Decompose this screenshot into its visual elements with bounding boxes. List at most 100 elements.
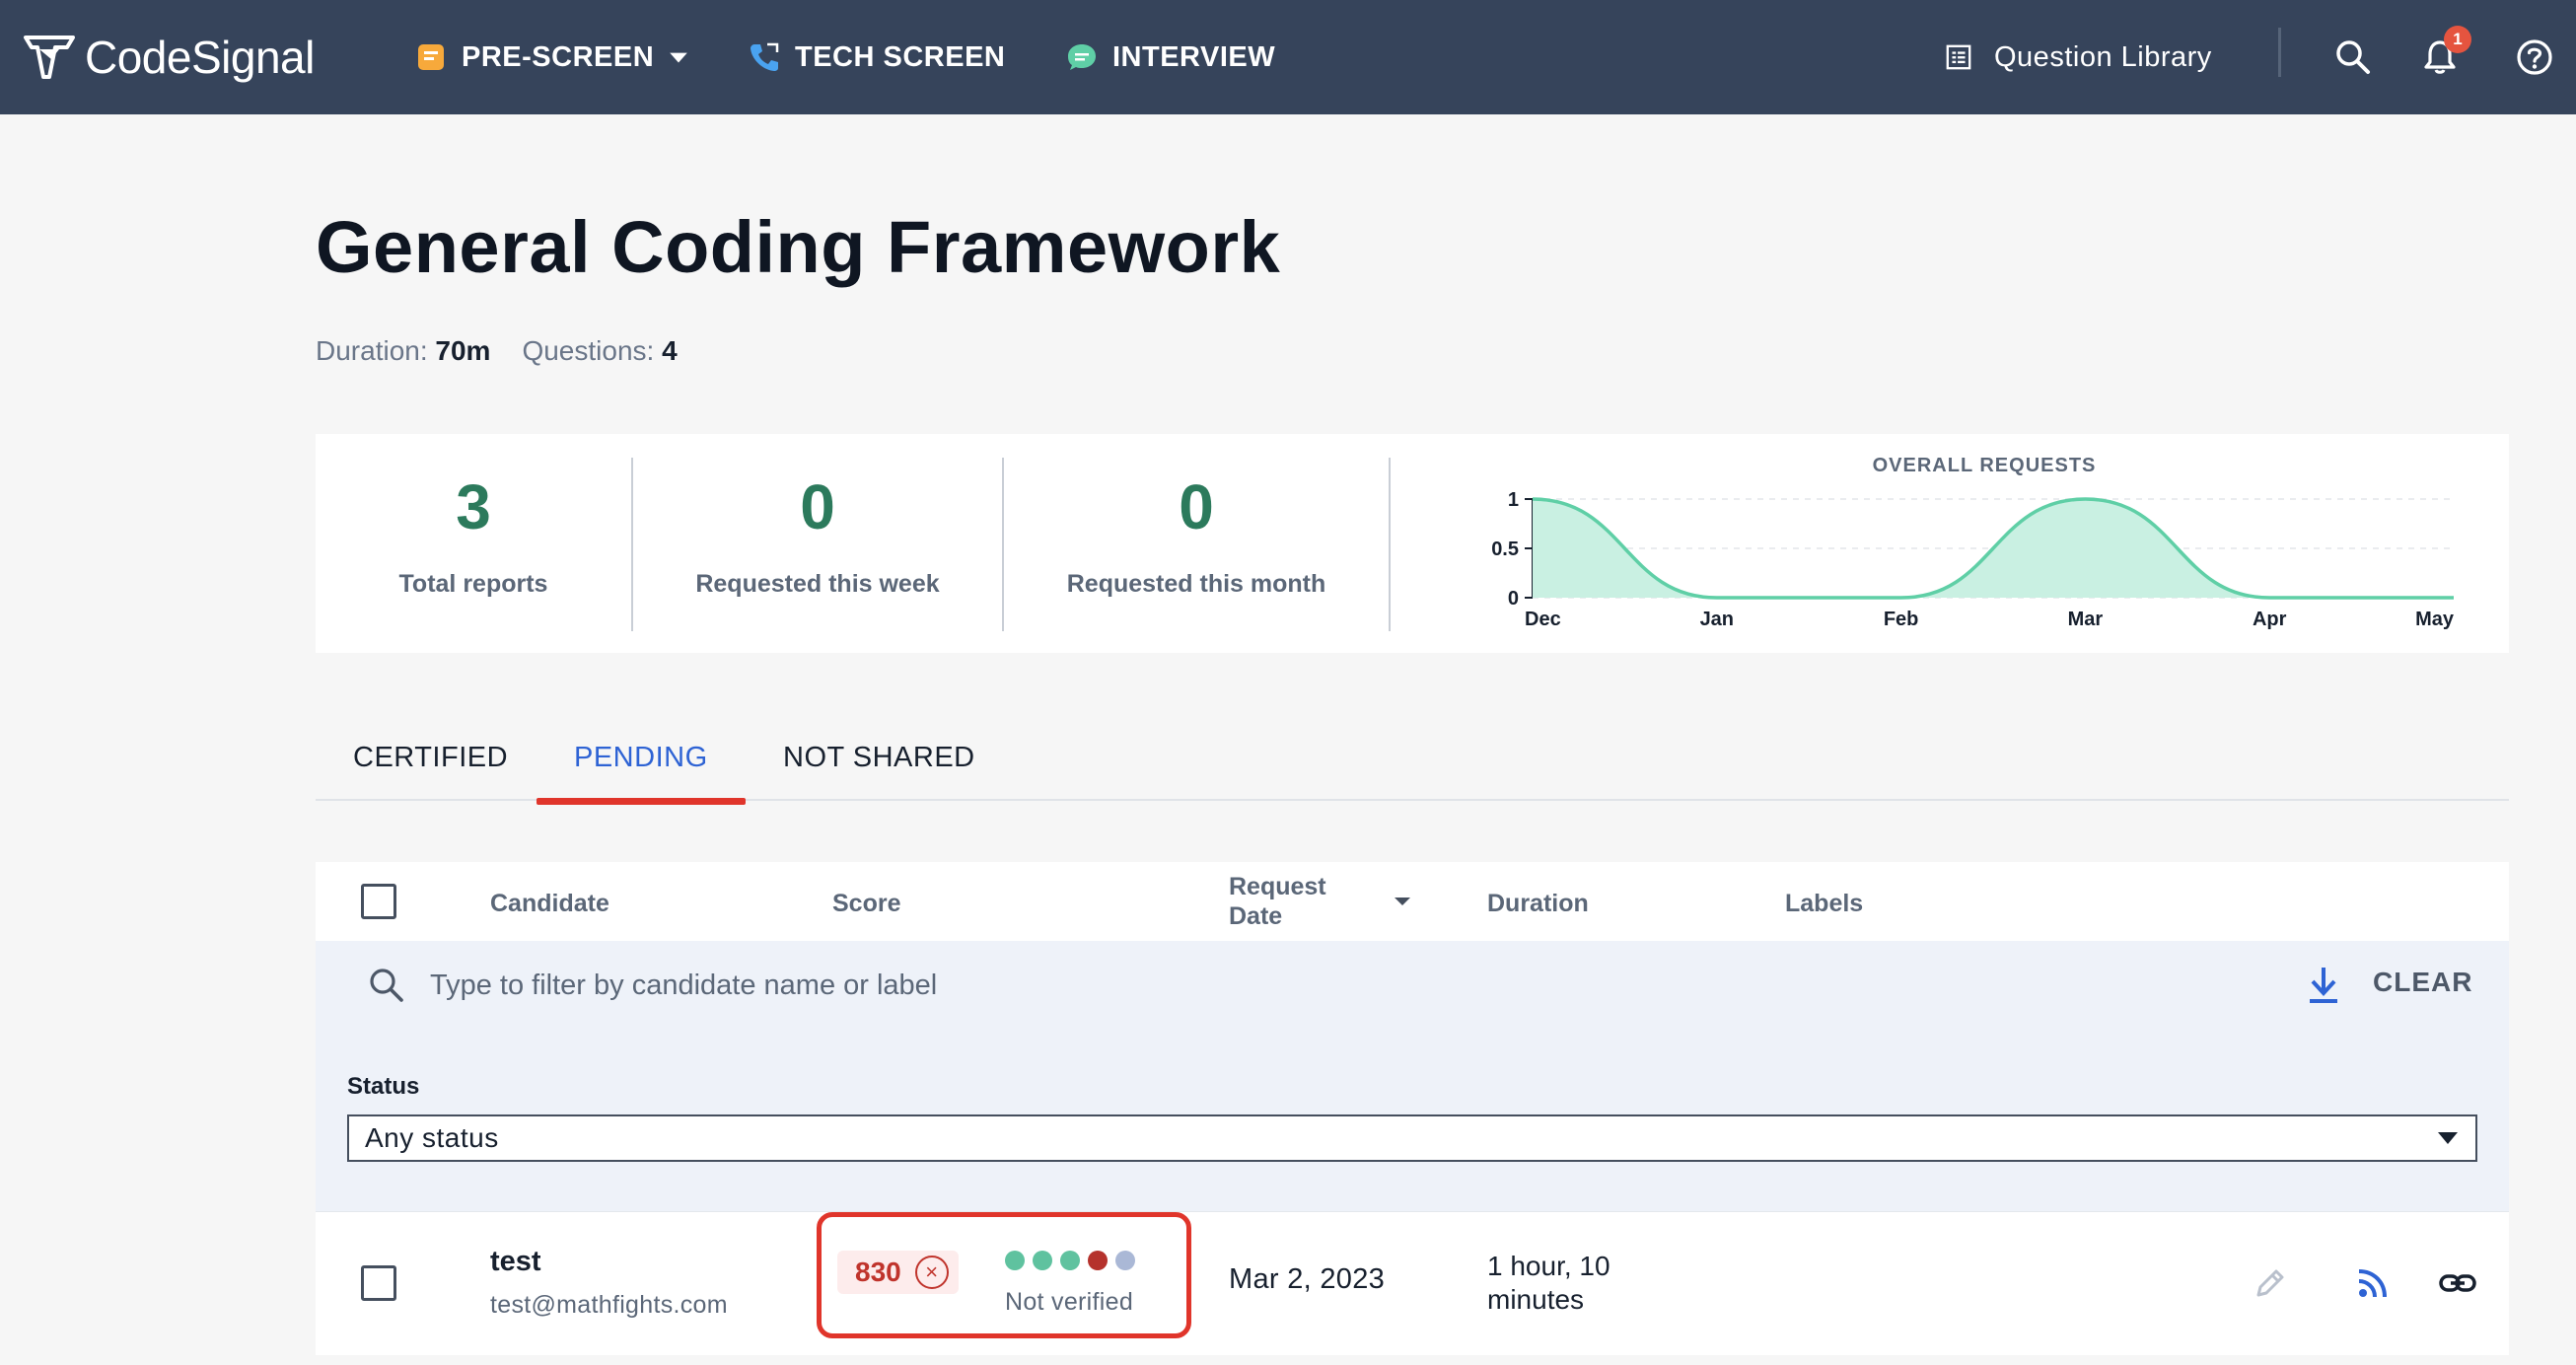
question-result-dots [1005, 1251, 1135, 1270]
help-icon [2517, 39, 2552, 75]
question-result-dot [1033, 1251, 1052, 1270]
tab-not-shared[interactable]: NOT SHARED [746, 742, 1013, 801]
requests-chart-svg: OVERALL REQUESTS 10.50 Dec Jan Feb Mar Apr Ma… [1491, 455, 2455, 630]
search-button[interactable] [2324, 28, 2383, 87]
chart-y-tick-label: 0 [1508, 588, 1519, 610]
chart-x-tick-label: Dec [1525, 609, 1561, 630]
stat-requested-month: 0 Requested this month [1004, 434, 1389, 653]
chart-x-tick-label: May [2415, 609, 2455, 630]
chat-icon [1068, 44, 1096, 70]
questions-value: 4 [662, 335, 678, 366]
search-icon [2336, 40, 2370, 74]
duration-value: 1 hour, 10 minutes [1487, 1251, 1610, 1315]
chart-x-tick-label: Apr [2253, 609, 2287, 630]
chart-x-tick-label: Feb [1884, 609, 1919, 630]
stat-value: 3 [456, 471, 491, 542]
question-result-dot [1005, 1251, 1025, 1270]
codesignal-logo-icon [24, 36, 75, 79]
nav-pre-screen-label: PRE-SCREEN [462, 40, 655, 73]
page-title: General Coding Framework [316, 206, 1281, 288]
chart-y-tick-label: 1 [1508, 489, 1519, 511]
stat-requested-week: 0 Requested this week [633, 434, 1002, 653]
stats-card: 3 Total reports 0 Requested this week 0 … [316, 434, 2509, 653]
tab-pending[interactable]: PENDING [537, 742, 746, 805]
chart-y-tick-label: 0.5 [1491, 539, 1519, 560]
duration-value: 70m [435, 335, 491, 366]
link-icon [2439, 1274, 2476, 1292]
nav-tech-screen-label: TECH SCREEN [795, 40, 1006, 73]
nav-pre-screen[interactable]: PRE-SCREEN [414, 28, 689, 87]
filter-input[interactable] [430, 969, 1613, 1002]
candidate-name[interactable]: test [490, 1246, 541, 1278]
download-button[interactable] [2300, 959, 2347, 1012]
pencil-icon [2256, 1269, 2284, 1297]
stat-value: 0 [800, 471, 835, 542]
column-candidate[interactable]: Candidate [490, 890, 609, 918]
question-result-dot [1088, 1251, 1108, 1270]
column-duration[interactable]: Duration [1487, 890, 1589, 918]
table-header: Candidate Score Request Date Duration La… [316, 862, 2509, 941]
caret-down-icon [2438, 1132, 2458, 1144]
close-circle-icon: × [914, 1256, 949, 1289]
stat-label: Requested this week [695, 570, 940, 598]
logo-text: CodeSignal [85, 32, 315, 83]
verification-status: Not verified [1005, 1288, 1134, 1316]
chart-x-tick-label: Jan [1700, 609, 1734, 630]
request-date: Mar 2, 2023 [1229, 1263, 1386, 1295]
download-icon [2310, 968, 2337, 1003]
chart-x-ticks: Dec Jan Feb Mar Apr May [1525, 609, 2455, 630]
status-select[interactable]: Any status [347, 1114, 2477, 1162]
select-all-checkbox[interactable] [361, 884, 396, 919]
nav-divider [2278, 28, 2281, 77]
stat-label: Requested this month [1066, 570, 1326, 598]
chart-x-tick-label: Mar [2068, 609, 2104, 630]
help-button[interactable] [2505, 28, 2564, 87]
notification-badge: 1 [2444, 26, 2471, 53]
search-icon [370, 969, 403, 1002]
column-labels[interactable]: Labels [1785, 890, 1863, 918]
stat-total-reports: 3 Total reports [316, 434, 631, 653]
top-navigation: CodeSignal PRE-SCREEN TECH SCREEN INTERV… [0, 0, 2576, 114]
framework-meta: Duration: 70m Questions: 4 [316, 335, 678, 367]
clear-button[interactable]: CLEAR [2373, 967, 2472, 998]
nav-interview[interactable]: INTERVIEW [1065, 28, 1275, 87]
chart-y-ticks: 10.50 [1491, 489, 1534, 610]
report-tabs: CERTIFIED PENDING NOT SHARED [316, 730, 2509, 805]
column-score[interactable]: Score [832, 890, 900, 918]
question-result-dot [1060, 1251, 1080, 1270]
rss-icon [2358, 1269, 2387, 1298]
stat-label: Total reports [398, 570, 548, 598]
question-library-link[interactable]: Question Library [1945, 28, 2212, 87]
stat-value: 0 [1179, 471, 1214, 542]
questions-meta: Questions: 4 [522, 335, 678, 366]
copy-link-button[interactable] [2436, 1261, 2479, 1305]
column-request-date[interactable]: Request Date [1229, 872, 1326, 931]
question-result-dot [1115, 1251, 1135, 1270]
duration-meta: Duration: 70m [316, 335, 491, 366]
overall-requests-chart: OVERALL REQUESTS 1 0.5 0 Dec Jan Feb Mar Apr Ma… [1460, 434, 2509, 653]
nav-interview-label: INTERVIEW [1112, 40, 1276, 73]
tab-certified[interactable]: CERTIFIED [316, 742, 545, 801]
notifications-button[interactable]: 1 [2410, 26, 2471, 87]
edit-button[interactable] [2249, 1261, 2292, 1305]
score-value: 830 [855, 1257, 901, 1287]
status-label: Status [347, 1073, 420, 1100]
filter-search [367, 961, 1613, 1010]
stat-divider [1389, 458, 1391, 631]
row-checkbox[interactable] [361, 1265, 396, 1301]
score-badge[interactable]: 830 × [837, 1251, 959, 1294]
list-icon [1946, 44, 1971, 70]
score-highlight: 830 × Not verified [817, 1212, 1191, 1338]
sort-desc-icon[interactable] [1393, 892, 1412, 911]
status-select-value: Any status [365, 1122, 499, 1153]
table-row[interactable]: test test@mathfights.com 830 × Not verif… [316, 1211, 2509, 1355]
codesignal-logo[interactable]: CodeSignal [22, 22, 315, 93]
phone-icon [751, 42, 779, 71]
prescreen-icon [418, 44, 444, 70]
chart-title: OVERALL REQUESTS [1873, 455, 2097, 476]
feed-button[interactable] [2351, 1261, 2395, 1305]
candidate-email: test@mathfights.com [490, 1291, 728, 1319]
question-library-label: Question Library [1994, 40, 2212, 73]
nav-tech-screen[interactable]: TECH SCREEN [748, 28, 1005, 87]
chevron-down-icon [670, 52, 687, 63]
